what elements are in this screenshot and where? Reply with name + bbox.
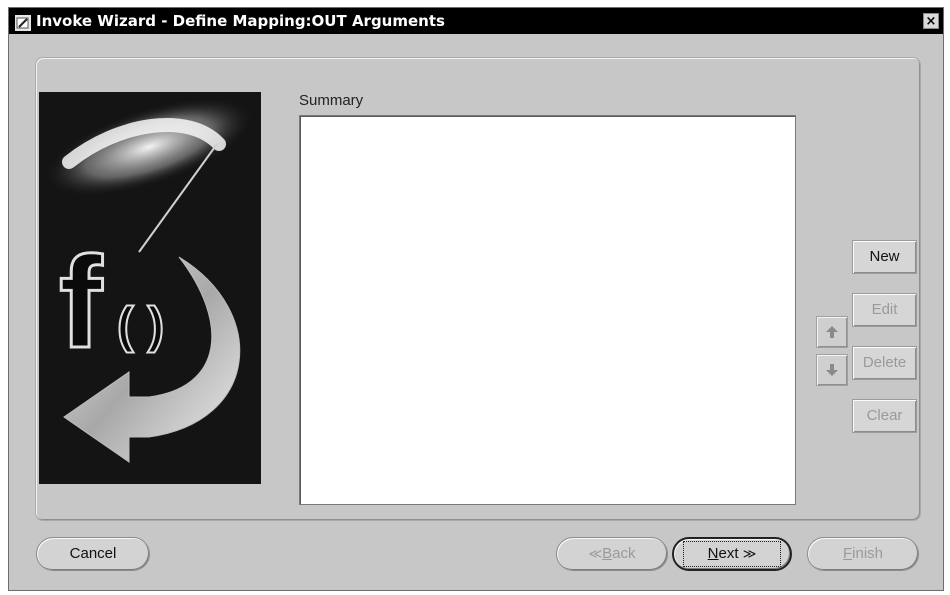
close-icon: × — [925, 14, 937, 29]
back-button[interactable]: ≪Back — [556, 537, 668, 571]
move-down-button[interactable] — [816, 354, 848, 386]
finish-mnemonic: F — [842, 545, 853, 562]
next-chevron-icon: ≫ — [742, 546, 757, 561]
finish-label: inish — [852, 545, 884, 562]
new-button[interactable]: New — [852, 240, 917, 274]
move-up-button[interactable] — [816, 316, 848, 348]
window-title: Invoke Wizard - Define Mapping:OUT Argum… — [36, 12, 445, 30]
delete-button[interactable]: Delete — [852, 346, 917, 380]
next-mnemonic: N — [707, 545, 719, 562]
clear-button[interactable]: Clear — [852, 399, 917, 433]
close-button[interactable]: × — [923, 13, 939, 29]
edit-button[interactable]: Edit — [852, 293, 917, 327]
back-label: ack — [612, 545, 636, 562]
next-label: ext — [718, 545, 739, 562]
summary-list[interactable] — [299, 115, 796, 505]
summary-label: Summary — [299, 92, 364, 109]
next-button[interactable]: Next ≫ — [672, 537, 792, 571]
svg-text:f: f — [59, 229, 103, 375]
app-icon — [15, 13, 31, 31]
svg-text:( ): ( ) — [117, 297, 164, 353]
next-focus-ring: Next ≫ — [682, 541, 782, 567]
function-wizard-illustration: f ( ) — [39, 92, 261, 484]
title-bar: Invoke Wizard - Define Mapping:OUT Argum… — [9, 8, 943, 34]
back-chevron-icon: ≪ — [588, 546, 603, 561]
cancel-button[interactable]: Cancel — [36, 537, 150, 571]
back-mnemonic: B — [602, 545, 613, 562]
finish-button[interactable]: Finish — [807, 537, 919, 571]
invoke-wizard-dialog: Invoke Wizard - Define Mapping:OUT Argum… — [8, 7, 944, 591]
